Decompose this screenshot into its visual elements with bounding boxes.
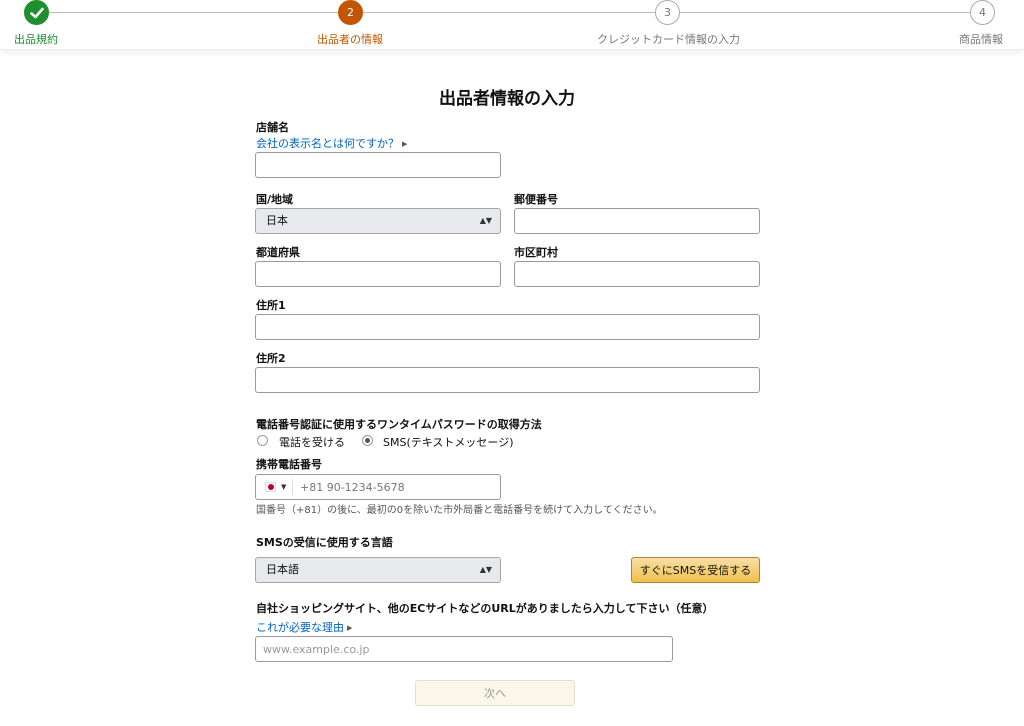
step-3-indicator: 3 xyxy=(655,0,680,25)
caret-right-icon: ▶ xyxy=(402,140,408,148)
store-name-help-link[interactable]: 会社の表示名とは何ですか？ ▶ xyxy=(256,135,407,151)
store-name-label: 店舗名 xyxy=(256,121,289,134)
otp-method-label: 電話番号認証に使用するワンタイムパスワードの取得方法 xyxy=(256,418,542,431)
step-1-complete-icon xyxy=(24,0,49,25)
country-code-dropdown-icon[interactable]: ▼ xyxy=(281,475,286,499)
country-select[interactable]: 日本 ▲▼ xyxy=(255,208,501,234)
caret-right-icon: ▶ xyxy=(347,624,353,632)
mobile-number-input[interactable] xyxy=(296,476,496,498)
next-button[interactable]: 次へ xyxy=(415,680,575,706)
website-label: 自社ショッピングサイト、他のECサイトなどのURLがありましたら入力して下さい（… xyxy=(256,602,714,615)
country-label: 国/地域 xyxy=(256,193,294,206)
address1-label: 住所1 xyxy=(256,299,286,312)
mobile-number-hint: 国番号（+81）の後に、最初の0を除いた市外局番と電話番号を続けて入力してくださ… xyxy=(256,505,663,516)
why-needed-text: これが必要な理由 xyxy=(256,621,344,634)
step-4-indicator: 4 xyxy=(970,0,995,25)
send-sms-button[interactable]: すぐにSMSを受信する xyxy=(631,557,760,583)
store-name-input[interactable] xyxy=(255,152,501,178)
select-arrows-icon: ▲▼ xyxy=(479,216,492,225)
progress-track xyxy=(36,12,982,13)
japan-flag-icon[interactable] xyxy=(265,482,276,492)
mobile-number-field: ▼ xyxy=(255,474,501,500)
city-input[interactable] xyxy=(514,261,760,287)
mobile-number-label: 携帯電話番号 xyxy=(256,458,322,471)
sms-language-select[interactable]: 日本語 ▲▼ xyxy=(255,557,501,583)
address2-input[interactable] xyxy=(255,367,760,393)
step-1-label: 出品規約 xyxy=(14,33,58,46)
otp-call-radio[interactable] xyxy=(257,435,268,446)
postal-code-label: 郵便番号 xyxy=(514,193,558,206)
address2-label: 住所2 xyxy=(256,352,286,365)
otp-sms-radio[interactable] xyxy=(362,435,373,446)
prefecture-input[interactable] xyxy=(255,261,501,287)
otp-call-label[interactable]: 電話を受ける xyxy=(279,434,345,450)
why-needed-link[interactable]: これが必要な理由 ▶ xyxy=(256,619,352,635)
step-3-label: クレジットカード情報の入力 xyxy=(597,33,740,46)
prefecture-label: 都道府県 xyxy=(256,246,300,259)
step-2-label: 出品者の情報 xyxy=(317,33,383,46)
phone-field-divider xyxy=(292,479,293,495)
progress-stepper: 出品規約 2 出品者の情報 3 クレジットカード情報の入力 4 商品情報 xyxy=(0,0,1024,50)
sms-language-label: SMSの受信に使用する言語 xyxy=(256,536,393,549)
select-arrows-icon: ▲▼ xyxy=(479,565,492,574)
step-4-label: 商品情報 xyxy=(959,33,1003,46)
postal-code-input[interactable] xyxy=(514,208,760,234)
page-title: 出品者情報の入力 xyxy=(439,89,575,109)
sms-language-selected-value: 日本語 xyxy=(266,563,299,576)
city-label: 市区町村 xyxy=(514,246,558,259)
store-name-help-text: 会社の表示名とは何ですか？ xyxy=(256,137,399,150)
website-input[interactable] xyxy=(255,636,673,662)
country-selected-value: 日本 xyxy=(266,214,288,227)
step-2-indicator: 2 xyxy=(338,0,363,25)
otp-sms-label[interactable]: SMS(テキストメッセージ) xyxy=(383,434,514,450)
address1-input[interactable] xyxy=(255,314,760,340)
